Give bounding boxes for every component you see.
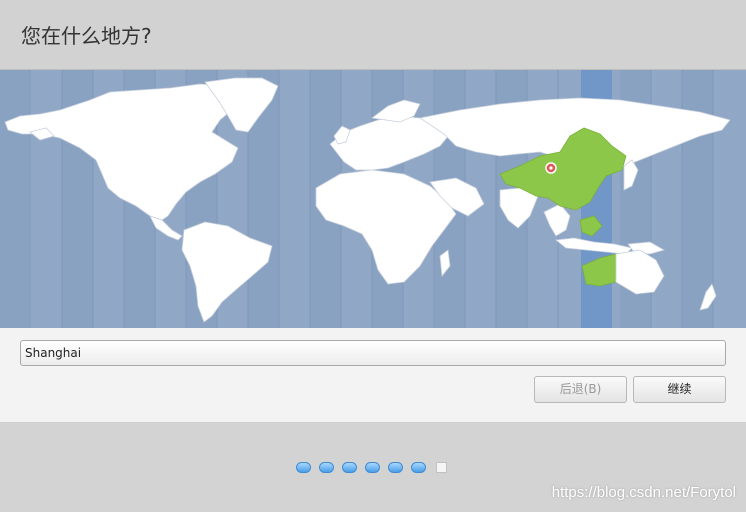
footer: https://blog.csdn.net/Forytol xyxy=(0,423,746,512)
progress-step-dot xyxy=(319,462,334,473)
location-panel: 后退(B) 继续 xyxy=(0,328,746,423)
location-search-input[interactable] xyxy=(20,340,726,366)
progress-step-dot xyxy=(365,462,380,473)
progress-step-dot xyxy=(388,462,403,473)
progress-step-dot xyxy=(411,462,426,473)
world-map[interactable] xyxy=(0,70,746,328)
page-title: 您在什么地方? xyxy=(21,24,152,48)
timezone-map-svg[interactable] xyxy=(0,70,746,328)
location-pin-icon[interactable] xyxy=(545,162,557,174)
southeast-asia xyxy=(543,203,571,237)
back-button[interactable]: 后退(B) xyxy=(534,376,627,403)
progress-step-dot xyxy=(296,462,311,473)
progress-step-dot xyxy=(342,462,357,473)
watermark-text: https://blog.csdn.net/Forytol xyxy=(551,484,736,501)
continue-button[interactable]: 继续 xyxy=(633,376,726,403)
header: 您在什么地方? xyxy=(0,0,746,70)
progress-current-step xyxy=(436,462,447,473)
